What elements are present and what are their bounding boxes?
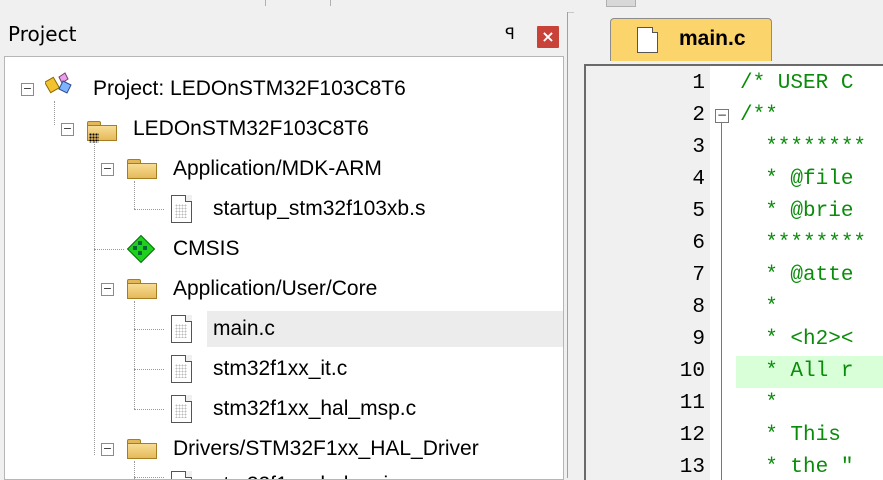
tree-item-label: Application/User/Core (173, 277, 378, 300)
code-line: 13 * the " (586, 452, 883, 480)
code-text: /** (740, 104, 778, 127)
project-panel: Project ꟼ × − Project: LEDOnSTM32F103C8T… (0, 12, 568, 480)
panel-title: Project (8, 22, 77, 46)
code-text: /* USER C (740, 72, 854, 95)
pin-icon[interactable]: ꟼ (500, 24, 520, 44)
tab-label: main.c (679, 27, 746, 50)
line-number: 5 (692, 200, 705, 223)
folder-icon (127, 157, 157, 179)
folder-icon (127, 437, 157, 459)
collapse-toggle[interactable]: − (21, 83, 34, 96)
code-text: * This (740, 424, 854, 447)
project-panel-header: Project ꟼ × (0, 18, 567, 48)
file-icon (171, 471, 192, 479)
code-line: 5 * @brie (586, 196, 883, 228)
code-text: * @brie (740, 200, 854, 223)
project-icon (43, 71, 77, 99)
tab-main-c[interactable]: main.c (610, 18, 772, 61)
code-line: 12 * This (586, 420, 883, 452)
code-text: * (740, 296, 778, 319)
tree-item-file-main[interactable]: main.c (207, 311, 563, 347)
code-text: * @atte (740, 264, 854, 287)
tree-item-label: Application/MDK-ARM (173, 157, 382, 180)
tree-item-label: CMSIS (173, 237, 240, 260)
file-icon (171, 315, 192, 343)
tree-item-label: LEDOnSTM32F103C8T6 (133, 117, 369, 140)
collapse-toggle[interactable]: − (101, 443, 114, 456)
tree-item-label: Project: LEDOnSTM32F103C8T6 (93, 77, 406, 100)
code-line: 2 /** (586, 100, 883, 132)
line-number: 4 (692, 168, 705, 191)
code-line: 9 * <h2>< (586, 324, 883, 356)
code-line: 11 * (586, 388, 883, 420)
line-number: 7 (692, 264, 705, 287)
line-number: 6 (692, 232, 705, 255)
code-line: 3 ******** (586, 132, 883, 164)
tree-connector (134, 181, 135, 209)
tree-item-label: stm32f1xx_hal_msp.c (213, 397, 417, 420)
line-number: 2 (692, 104, 705, 127)
tree-item-label: startup_stm32f103xb.s (213, 197, 426, 220)
tree-connector (134, 209, 164, 210)
code-line: 1 /* USER C (586, 68, 883, 100)
code-text: * the " (740, 456, 854, 479)
tree-item-label: stm32f1xx_it.c (213, 357, 348, 380)
folder-icon (127, 277, 157, 299)
toolbar-separator (265, 0, 266, 6)
code-text: ******** (740, 232, 867, 255)
close-panel-button[interactable]: × (537, 26, 559, 48)
collapse-toggle[interactable]: − (101, 283, 114, 296)
target-folder-icon (87, 119, 117, 143)
line-number: 12 (679, 424, 705, 447)
tree-connector (134, 409, 164, 410)
line-number: 11 (679, 392, 705, 415)
file-icon (171, 395, 192, 423)
tree-connector (134, 369, 164, 370)
code-line: 4 * @file (586, 164, 883, 196)
toolbar-button[interactable] (606, 0, 636, 7)
code-line: 7 * @atte (586, 260, 883, 292)
tree-connector (134, 329, 164, 330)
code-editor[interactable]: − 1/* USER C 2/** 3 ******** 4 * @file 5… (584, 64, 883, 480)
line-number: 3 (692, 136, 705, 159)
project-tree: − Project: LEDOnSTM32F103C8T6 − LEDOnSTM… (4, 56, 564, 480)
tree-connector (134, 301, 135, 409)
editor-pane: main.c − 1/* USER C 2/** 3 ******** 4 * … (574, 12, 883, 480)
code-text: * <h2>< (740, 328, 854, 351)
code-text: ******** (740, 136, 867, 159)
code-text: * (740, 392, 778, 415)
collapse-toggle[interactable]: − (61, 123, 74, 136)
tree-item-label: stm32f1xx_hal_gpio_ex.c (207, 467, 456, 479)
line-number: 8 (692, 296, 705, 319)
line-number: 13 (679, 456, 705, 479)
code-line: 8 * (586, 292, 883, 324)
tree-item-label: Drivers/STM32F1xx_HAL_Driver (173, 437, 479, 460)
file-icon (171, 355, 192, 383)
code-line: 6 ******** (586, 228, 883, 260)
toolbar-separator (330, 0, 331, 6)
line-number: 1 (692, 72, 705, 95)
line-number: 9 (692, 328, 705, 351)
file-icon (637, 27, 658, 53)
tree-connector (94, 249, 124, 250)
code-text: * @file (740, 168, 854, 191)
tree-item-label: main.c (207, 311, 563, 347)
collapse-toggle[interactable]: − (101, 163, 114, 176)
cmsis-component-icon (126, 234, 156, 264)
tree-connector (94, 141, 95, 455)
tree-connector (54, 101, 55, 125)
code-text: * All r (736, 356, 883, 388)
line-number: 10 (679, 360, 705, 383)
file-icon (171, 195, 192, 223)
code-line-highlighted: 10 * All r (586, 356, 883, 388)
